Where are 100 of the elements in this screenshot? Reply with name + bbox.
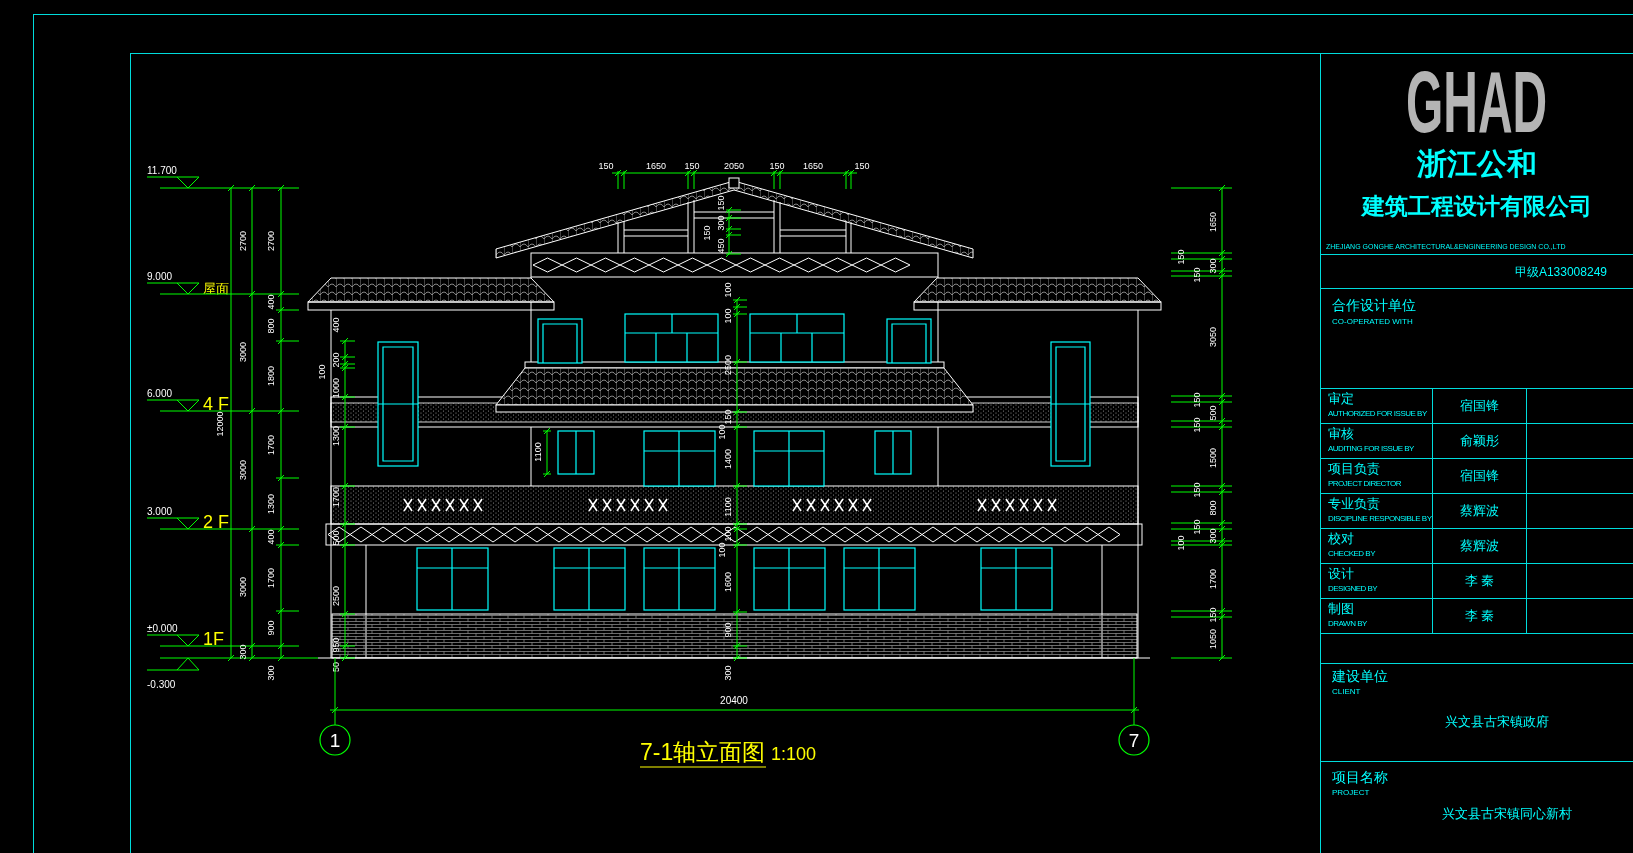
dimension-label: 1100 xyxy=(723,497,733,517)
dimension-label: 150 xyxy=(1192,267,1202,283)
drawing-title: 7-1轴立面图 xyxy=(640,739,766,765)
section-label: 项目名称 xyxy=(1332,768,1388,786)
elevation-label: 6.000 xyxy=(147,388,173,399)
level-marker-icon xyxy=(146,657,200,671)
role-label: 审核 xyxy=(1328,425,1354,442)
company-name: 建筑工程设计有限公司 xyxy=(1362,192,1592,220)
dimension-label: 800 xyxy=(266,318,276,334)
dimension-label: 3000 xyxy=(238,342,248,362)
dimension-label: 500 xyxy=(331,530,341,546)
signer-name: 李 秦 xyxy=(1464,573,1495,589)
floor-label: 屋面 xyxy=(203,281,229,296)
level-marker-icon xyxy=(146,517,200,530)
role-label-english: PROJECT DIRECTOR xyxy=(1328,479,1402,489)
company-logo: GHAD xyxy=(1406,66,1548,138)
dimension-label: 950 xyxy=(331,637,341,653)
dimension-label: 300 xyxy=(266,665,276,681)
dimension-line xyxy=(542,427,552,478)
axis-circle xyxy=(319,724,351,756)
floor-label: 2 F xyxy=(203,512,229,532)
dimension-label: 900 xyxy=(266,620,276,636)
level-marker-icon xyxy=(146,282,200,295)
section-label: 建设单位 xyxy=(1332,667,1388,685)
dimension-label: 3000 xyxy=(238,577,248,597)
project-name: 兴文县古宋镇同心新村 xyxy=(1442,805,1572,822)
dimension-label: 1650 xyxy=(646,161,666,171)
window xyxy=(557,430,595,475)
floor-label: 1F xyxy=(203,629,224,649)
dimension-label: 800 xyxy=(1208,500,1218,516)
dimension-label: 12000 xyxy=(215,411,225,437)
dimension-label: 100 xyxy=(723,526,733,542)
dimension-label: 150 xyxy=(1192,392,1202,408)
window xyxy=(886,318,932,364)
dimension-label: 1700 xyxy=(266,435,276,455)
dimension-label: 400 xyxy=(331,317,341,333)
dimension-label: 1700 xyxy=(1208,569,1218,589)
role-label-english: DISCIPLINE RESPONSIBLE BY xyxy=(1328,514,1432,524)
dimension-label: 150 xyxy=(723,409,733,425)
dimension-label: 150 xyxy=(1192,519,1202,535)
elevation-label: 11.700 xyxy=(147,165,177,176)
dimension-label: 1650 xyxy=(803,161,823,171)
elevation-label: ±0.000 xyxy=(147,623,178,634)
dimension-label: 2700 xyxy=(266,231,276,251)
dimension-label: 450 xyxy=(716,238,726,254)
dimension-label: 2500 xyxy=(331,586,341,606)
dimension-label: 50 xyxy=(331,662,341,672)
dimension-label: 1800 xyxy=(266,366,276,386)
elevation-label: 3.000 xyxy=(147,506,173,517)
level-marker-icon xyxy=(146,176,200,189)
dimension-label: 300 xyxy=(238,644,248,660)
role-label-english: CHECKED BY xyxy=(1328,549,1375,559)
dimension-label: 1700 xyxy=(266,568,276,588)
signer-name: 蔡辉波 xyxy=(1460,538,1499,554)
section-label: 合作设计单位 xyxy=(1332,296,1416,314)
dimension-label: 2500 xyxy=(723,355,733,375)
dimension-label: 2700 xyxy=(238,231,248,251)
company-name: 浙江公和 xyxy=(1417,148,1537,180)
window xyxy=(874,430,912,475)
dimension-label: 2050 xyxy=(724,161,744,171)
dimension-label: 900 xyxy=(723,622,733,638)
dimension-label: 20400 xyxy=(720,695,748,706)
dimension-label: 1000 xyxy=(331,378,341,398)
section-label-english: CO-OPERATED WITH xyxy=(1332,317,1413,327)
dimension-label: 150 xyxy=(598,161,614,171)
role-label-english: AUDITING FOR ISSUE BY xyxy=(1328,444,1414,454)
role-label: 项目负责 xyxy=(1328,460,1380,477)
dimension-label: 100 xyxy=(717,542,727,558)
window xyxy=(753,430,825,487)
signer-name: 蔡辉波 xyxy=(1460,503,1499,519)
dimension-label: 1500 xyxy=(1208,448,1218,468)
elevation-label: -0.300 xyxy=(147,679,176,690)
dimension-line xyxy=(725,206,742,258)
role-label: 专业负责 xyxy=(1328,495,1380,512)
dimension-label: 1700 xyxy=(331,487,341,507)
elevation-label: 9.000 xyxy=(147,271,173,282)
dimension-label: 100 xyxy=(723,282,733,298)
signer-name: 李 秦 xyxy=(1464,608,1495,624)
dimension-label: 300 xyxy=(1208,258,1218,274)
axis-line xyxy=(1133,657,1135,726)
scale-label: 1:100 xyxy=(771,744,817,764)
signer-name: 俞颖彤 xyxy=(1460,433,1499,449)
dimension-label: 150 xyxy=(1176,249,1186,265)
dimension-label: 100 xyxy=(317,364,327,380)
dimension-label: 1300 xyxy=(331,426,341,446)
signer-name: 宿国锋 xyxy=(1460,398,1499,414)
dimension-label: 1100 xyxy=(533,442,543,462)
dimension-label: 1300 xyxy=(266,494,276,514)
dimension-label: 400 xyxy=(266,529,276,545)
dimension-label: 150 xyxy=(1192,482,1202,498)
section-label-english: PROJECT xyxy=(1332,788,1370,798)
axis-label: 1 xyxy=(329,730,341,751)
dimension-label: 300 xyxy=(723,665,733,681)
dimension-label: 150 xyxy=(684,161,700,171)
dimension-label: 150 xyxy=(702,225,712,241)
section-label-english: CLIENT xyxy=(1332,687,1361,697)
axis-label: 7 xyxy=(1128,730,1140,751)
dimension-label: 150 xyxy=(1208,607,1218,623)
dimension-label: 500 xyxy=(1208,405,1218,421)
dimension-label: 150 xyxy=(769,161,785,171)
